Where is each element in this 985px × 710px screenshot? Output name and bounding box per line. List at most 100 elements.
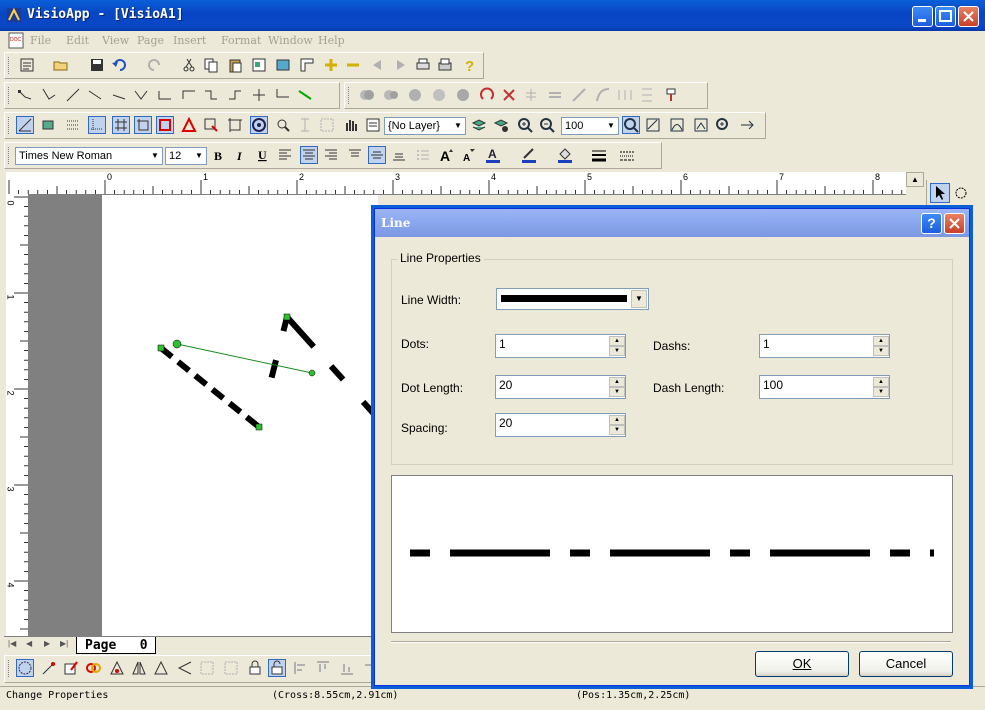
distribute-icon[interactable] — [617, 87, 633, 103]
print-icon[interactable] — [437, 57, 453, 73]
connector-icon[interactable] — [17, 87, 33, 103]
connector-icon[interactable] — [87, 87, 103, 103]
line-tool-icon[interactable] — [571, 87, 587, 103]
dot-length-input[interactable]: 20 ▲ ▼ — [495, 375, 626, 399]
pointer-tool-button[interactable] — [930, 183, 950, 203]
spin-down-icon[interactable]: ▼ — [873, 387, 889, 397]
open-folder-icon[interactable] — [53, 57, 69, 73]
align-bottom-tool-icon[interactable] — [339, 660, 355, 676]
connector-icon[interactable] — [41, 87, 57, 103]
toolbar-grip[interactable] — [8, 117, 12, 134]
ruler-icon[interactable] — [299, 57, 315, 73]
italic-icon[interactable]: I — [233, 147, 249, 163]
layers-icon[interactable] — [471, 117, 487, 133]
dashed-polyline-shape[interactable] — [159, 314, 377, 430]
last-page-icon[interactable]: ▶| — [60, 639, 68, 648]
unlock-icon[interactable] — [268, 659, 286, 677]
dots-input[interactable]: 1 ▲ ▼ — [495, 334, 626, 358]
zoom-out-icon[interactable] — [539, 117, 555, 133]
first-page-icon[interactable]: |◀ — [8, 639, 16, 648]
menu-format[interactable]: Format — [221, 34, 261, 47]
toolbar-grip[interactable] — [8, 147, 12, 164]
snap-center-icon[interactable] — [250, 116, 268, 134]
minimize-button[interactable] — [912, 6, 933, 27]
connector-icon[interactable] — [65, 87, 81, 103]
font-size-select[interactable]: 12 ▼ — [165, 147, 207, 165]
flip-icon[interactable] — [501, 87, 517, 103]
connector-icon[interactable] — [157, 87, 173, 103]
rotate-left-icon[interactable] — [177, 660, 193, 676]
edit-points-icon[interactable] — [41, 660, 57, 676]
toolbar-grip[interactable] — [8, 660, 12, 677]
snap-geometry-icon[interactable] — [134, 116, 152, 134]
close-button[interactable] — [958, 6, 979, 27]
cut-icon[interactable] — [181, 57, 197, 73]
shrink-font-icon[interactable]: A — [461, 147, 477, 163]
zoom-selection-icon[interactable] — [693, 117, 709, 133]
image-icon[interactable] — [275, 57, 291, 73]
format-painter-icon[interactable] — [663, 87, 679, 103]
zoom-in-icon[interactable] — [517, 117, 533, 133]
remove-icon[interactable] — [345, 57, 361, 73]
layer-stack-icon[interactable] — [41, 117, 57, 133]
ungroup-icon[interactable] — [383, 87, 399, 103]
align-tool-icon[interactable] — [297, 117, 313, 133]
copy-icon[interactable] — [203, 57, 219, 73]
bounding-box-icon[interactable] — [227, 117, 243, 133]
fill-color-icon[interactable] — [557, 147, 573, 163]
fit-window-icon[interactable] — [739, 117, 755, 133]
print-preview-icon[interactable] — [415, 57, 431, 73]
font-color-icon[interactable]: A — [485, 147, 501, 163]
curve-tool-icon[interactable] — [595, 87, 611, 103]
ungroup-tool-icon[interactable] — [223, 660, 239, 676]
guides-icon[interactable] — [88, 116, 106, 134]
arrow-right-icon[interactable] — [393, 57, 409, 73]
layer-select[interactable]: {No Layer} ▼ — [384, 117, 466, 135]
grow-font-icon[interactable]: A — [439, 147, 455, 163]
align-bottom-icon[interactable] — [391, 147, 407, 163]
arrow-left-icon[interactable] — [369, 57, 385, 73]
menu-page[interactable]: Page — [137, 34, 164, 47]
dialog-close-button[interactable] — [944, 213, 965, 234]
connector-icon[interactable] — [297, 87, 313, 103]
intersect-icon[interactable] — [455, 87, 471, 103]
toolbar-grip[interactable] — [348, 87, 352, 104]
ok-button[interactable]: OK — [755, 651, 849, 677]
spin-up-icon[interactable]: ▲ — [873, 336, 889, 346]
vertex-handle[interactable] — [283, 313, 291, 321]
snap-shape-icon[interactable] — [156, 116, 174, 134]
line-color-icon[interactable] — [521, 147, 537, 163]
prev-page-icon[interactable]: ◀ — [26, 639, 32, 648]
snap-grid-icon[interactable] — [112, 116, 130, 134]
zoom-select-icon[interactable] — [953, 185, 971, 203]
dash-length-input[interactable]: 100 ▲ ▼ — [759, 375, 890, 399]
menu-help[interactable]: Help — [318, 34, 345, 47]
distribute-tool-icon[interactable] — [319, 117, 335, 133]
redo-icon[interactable] — [147, 57, 163, 73]
pan-hand-icon[interactable] — [343, 117, 359, 133]
group-tool-icon[interactable] — [199, 660, 215, 676]
spin-down-icon[interactable]: ▼ — [873, 346, 889, 356]
connector-icon[interactable] — [251, 87, 267, 103]
connector-icon[interactable] — [181, 87, 197, 103]
layer-manager-icon[interactable] — [493, 117, 509, 133]
layer-properties-icon[interactable] — [365, 117, 381, 133]
flip-vertical-icon[interactable] — [153, 660, 169, 676]
page-tab[interactable]: Page 0 — [76, 637, 156, 654]
rotate-tool-icon[interactable] — [16, 659, 34, 677]
vertex-handle[interactable] — [255, 423, 263, 431]
dialog-titlebar[interactable]: Line ? — [375, 209, 969, 237]
menu-view[interactable]: View — [102, 34, 129, 47]
toolbar-grip[interactable] — [8, 87, 12, 104]
properties-icon[interactable] — [19, 57, 35, 73]
spin-down-icon[interactable]: ▼ — [609, 387, 625, 397]
shape-tool-icon[interactable] — [85, 660, 101, 676]
page-setup-icon[interactable] — [251, 57, 267, 73]
grid-snap-icon[interactable] — [16, 116, 34, 134]
snap-vertex-icon[interactable] — [181, 117, 197, 133]
horizontal-ruler[interactable]: 0 1 2 3 4 5 6 7 8 — [6, 172, 906, 195]
spin-up-icon[interactable]: ▲ — [873, 377, 889, 387]
align-middle-icon[interactable] — [368, 146, 386, 164]
connector-icon[interactable] — [111, 87, 127, 103]
connector-icon[interactable] — [203, 87, 219, 103]
